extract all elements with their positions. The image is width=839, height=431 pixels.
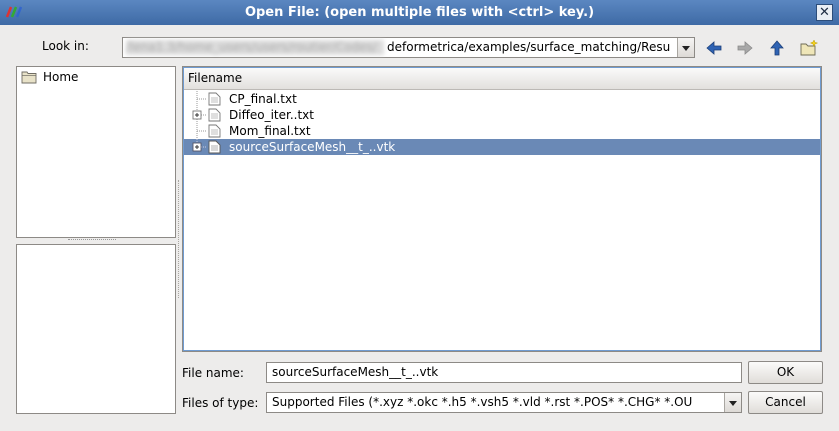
files-of-type-value: Supported Files (*.xyz *.okc *.h5 *.vsh5…: [272, 395, 693, 409]
list-item[interactable]: Diffeo_iter..txt: [184, 107, 820, 123]
forward-arrow-icon[interactable]: [735, 38, 755, 58]
file-name: Diffeo_iter..txt: [229, 108, 314, 122]
look-in-combo[interactable]: /lena1.3/home_users/users/routier/Codes/…: [122, 37, 695, 58]
ok-button[interactable]: OK: [748, 361, 823, 384]
list-item[interactable]: Mom_final.txt: [184, 123, 820, 139]
back-arrow-icon[interactable]: [704, 38, 724, 58]
file-name: Mom_final.txt: [229, 124, 311, 138]
column-header-filename[interactable]: Filename: [184, 68, 820, 90]
close-icon[interactable]: ✕: [816, 4, 833, 21]
folder-icon: [21, 71, 37, 84]
list-item[interactable]: CP_final.txt: [184, 91, 820, 107]
expand-plus-icon[interactable]: [189, 107, 209, 123]
sidebar-splitter[interactable]: [68, 239, 116, 243]
window-title: Open File: (open multiple files with <ct…: [244, 5, 595, 20]
files-of-type-combo[interactable]: Supported Files (*.xyz *.okc *.h5 *.vsh5…: [266, 392, 742, 413]
text-file-icon: [208, 92, 221, 106]
file-name: sourceSurfaceMesh__t_..vtk: [229, 140, 396, 154]
files-of-type-label: Files of type:: [182, 396, 259, 410]
new-folder-icon[interactable]: [799, 38, 819, 58]
cancel-button[interactable]: Cancel: [748, 391, 823, 414]
look-in-path: deformetrica/examples/surface_matching/R…: [387, 40, 671, 54]
text-file-icon: [208, 108, 221, 122]
tree-connector: [196, 123, 207, 139]
file-list[interactable]: Filename CP_final.txt Diffeo_iter..txt M…: [182, 66, 822, 352]
list-item-selected[interactable]: sourceSurfaceMesh__t_..vtk: [184, 139, 820, 155]
file-name-input[interactable]: sourceSurfaceMesh__t_..vtk: [266, 362, 742, 383]
look-in-label: Look in:: [42, 39, 89, 53]
file-name-label: File name:: [182, 366, 244, 380]
sidebar-item-label: Home: [43, 70, 79, 84]
preview-pane: [16, 244, 176, 414]
blurred-path: /lena1.3/home_users/users/routier/Codes/: [126, 40, 384, 55]
expand-plus-icon[interactable]: [189, 139, 209, 155]
text-file-icon: [208, 124, 221, 138]
text-file-icon: [208, 140, 221, 154]
places-sidebar: Home: [16, 66, 176, 238]
file-name: CP_final.txt: [229, 92, 297, 106]
chevron-down-icon[interactable]: [724, 393, 741, 412]
chevron-down-icon[interactable]: [677, 38, 694, 57]
sidebar-item-home[interactable]: Home: [21, 69, 78, 86]
title-bar: Open File: (open multiple files with <ct…: [0, 0, 839, 25]
tree-connector: [196, 91, 207, 107]
up-arrow-icon[interactable]: [767, 38, 787, 58]
